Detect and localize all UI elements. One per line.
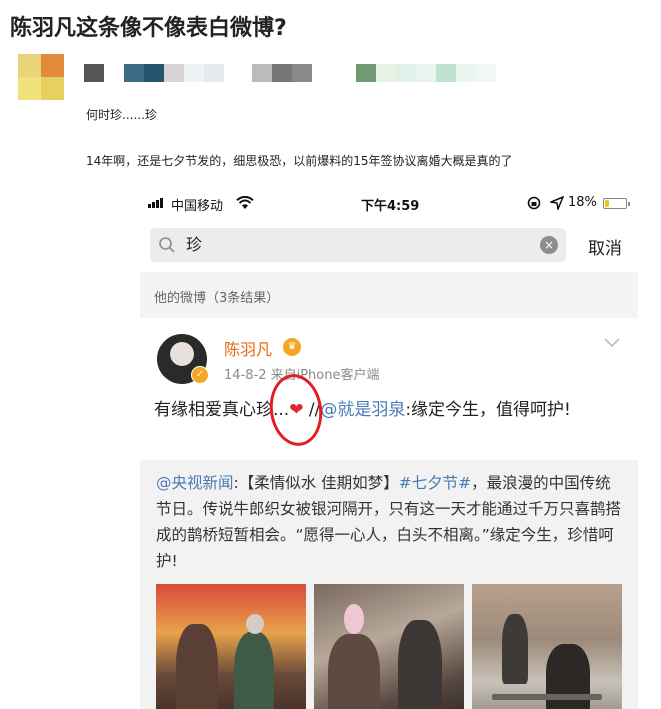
battery-percent: 18% xyxy=(568,195,597,210)
weibo-card[interactable]: ✓ 陈羽凡 ♛ 14-8-2 来自iPhone客户端 有缘相爱真心珍...❤ /… xyxy=(140,318,638,709)
user-avatar[interactable]: ✓ xyxy=(157,334,209,384)
mosaic-username-2 xyxy=(252,64,312,82)
cancel-button[interactable]: 取消 xyxy=(588,234,622,259)
post-author-avatar[interactable] xyxy=(18,54,64,100)
search-bar: × 取消 xyxy=(140,216,638,272)
wifi-icon xyxy=(236,196,254,209)
repost-text: @央视新闻:【柔情似水 佳期如梦】#七夕节#，最浪漫的中国传统节日。传说牛郎织女… xyxy=(156,470,624,574)
clear-search-button[interactable]: × xyxy=(540,236,558,254)
repost-photo-2[interactable] xyxy=(314,584,464,709)
post-text-rest: :缘定今生，值得呵护! xyxy=(405,400,571,420)
repost-source-link[interactable]: @央视新闻 xyxy=(156,474,234,492)
battery-fill xyxy=(605,200,609,207)
results-header: 他的微博（3条结果） xyxy=(154,291,280,306)
location-arrow-icon xyxy=(550,196,564,210)
username[interactable]: 陈羽凡 xyxy=(224,336,272,360)
search-box[interactable]: × xyxy=(150,228,566,262)
repost-part-1: :【柔情似水 佳期如梦】 xyxy=(233,474,399,492)
post-text-line-1: 何时珍......珍 xyxy=(86,108,157,122)
status-time: 下午4:59 xyxy=(361,199,420,214)
verified-badge-icon: ✓ xyxy=(191,366,209,384)
mosaic-username xyxy=(84,64,224,82)
phone-screenshot: 中国移动 下午4:59 18% × 取消 他的微 xyxy=(140,190,638,709)
reposted-weibo[interactable]: @央视新闻:【柔情似水 佳期如梦】#七夕节#，最浪漫的中国传统节日。传说牛郎织女… xyxy=(140,460,638,709)
hashtag-link[interactable]: #七夕节# xyxy=(399,474,471,492)
repost-photo-3[interactable] xyxy=(472,584,622,709)
search-input[interactable] xyxy=(186,228,486,262)
status-bar: 中国移动 下午4:59 18% xyxy=(140,190,638,216)
mention-link[interactable]: @就是羽泉 xyxy=(320,400,405,420)
vip-crown-icon: ♛ xyxy=(283,338,301,356)
chevron-down-icon[interactable] xyxy=(604,338,620,348)
carrier-label: 中国移动 xyxy=(171,199,224,214)
page-title: 陈羽凡这条像不像表白微博? xyxy=(10,16,287,41)
repost-photo-1[interactable] xyxy=(156,584,306,709)
post-text-line-2: 14年啊，还是七夕节发的，细思极恐，以前爆料的15年签协议离婚大概是真的了 xyxy=(86,154,513,168)
battery-icon xyxy=(603,198,630,209)
signal-icon xyxy=(148,198,163,208)
post-date: 14-8-2 xyxy=(224,368,267,383)
mosaic-username-3 xyxy=(356,64,496,82)
rotation-lock-icon xyxy=(527,196,541,210)
post-body: 有缘相爱真心珍...❤ //@就是羽泉:缘定今生，值得呵护! xyxy=(154,396,624,424)
search-icon xyxy=(159,237,175,253)
